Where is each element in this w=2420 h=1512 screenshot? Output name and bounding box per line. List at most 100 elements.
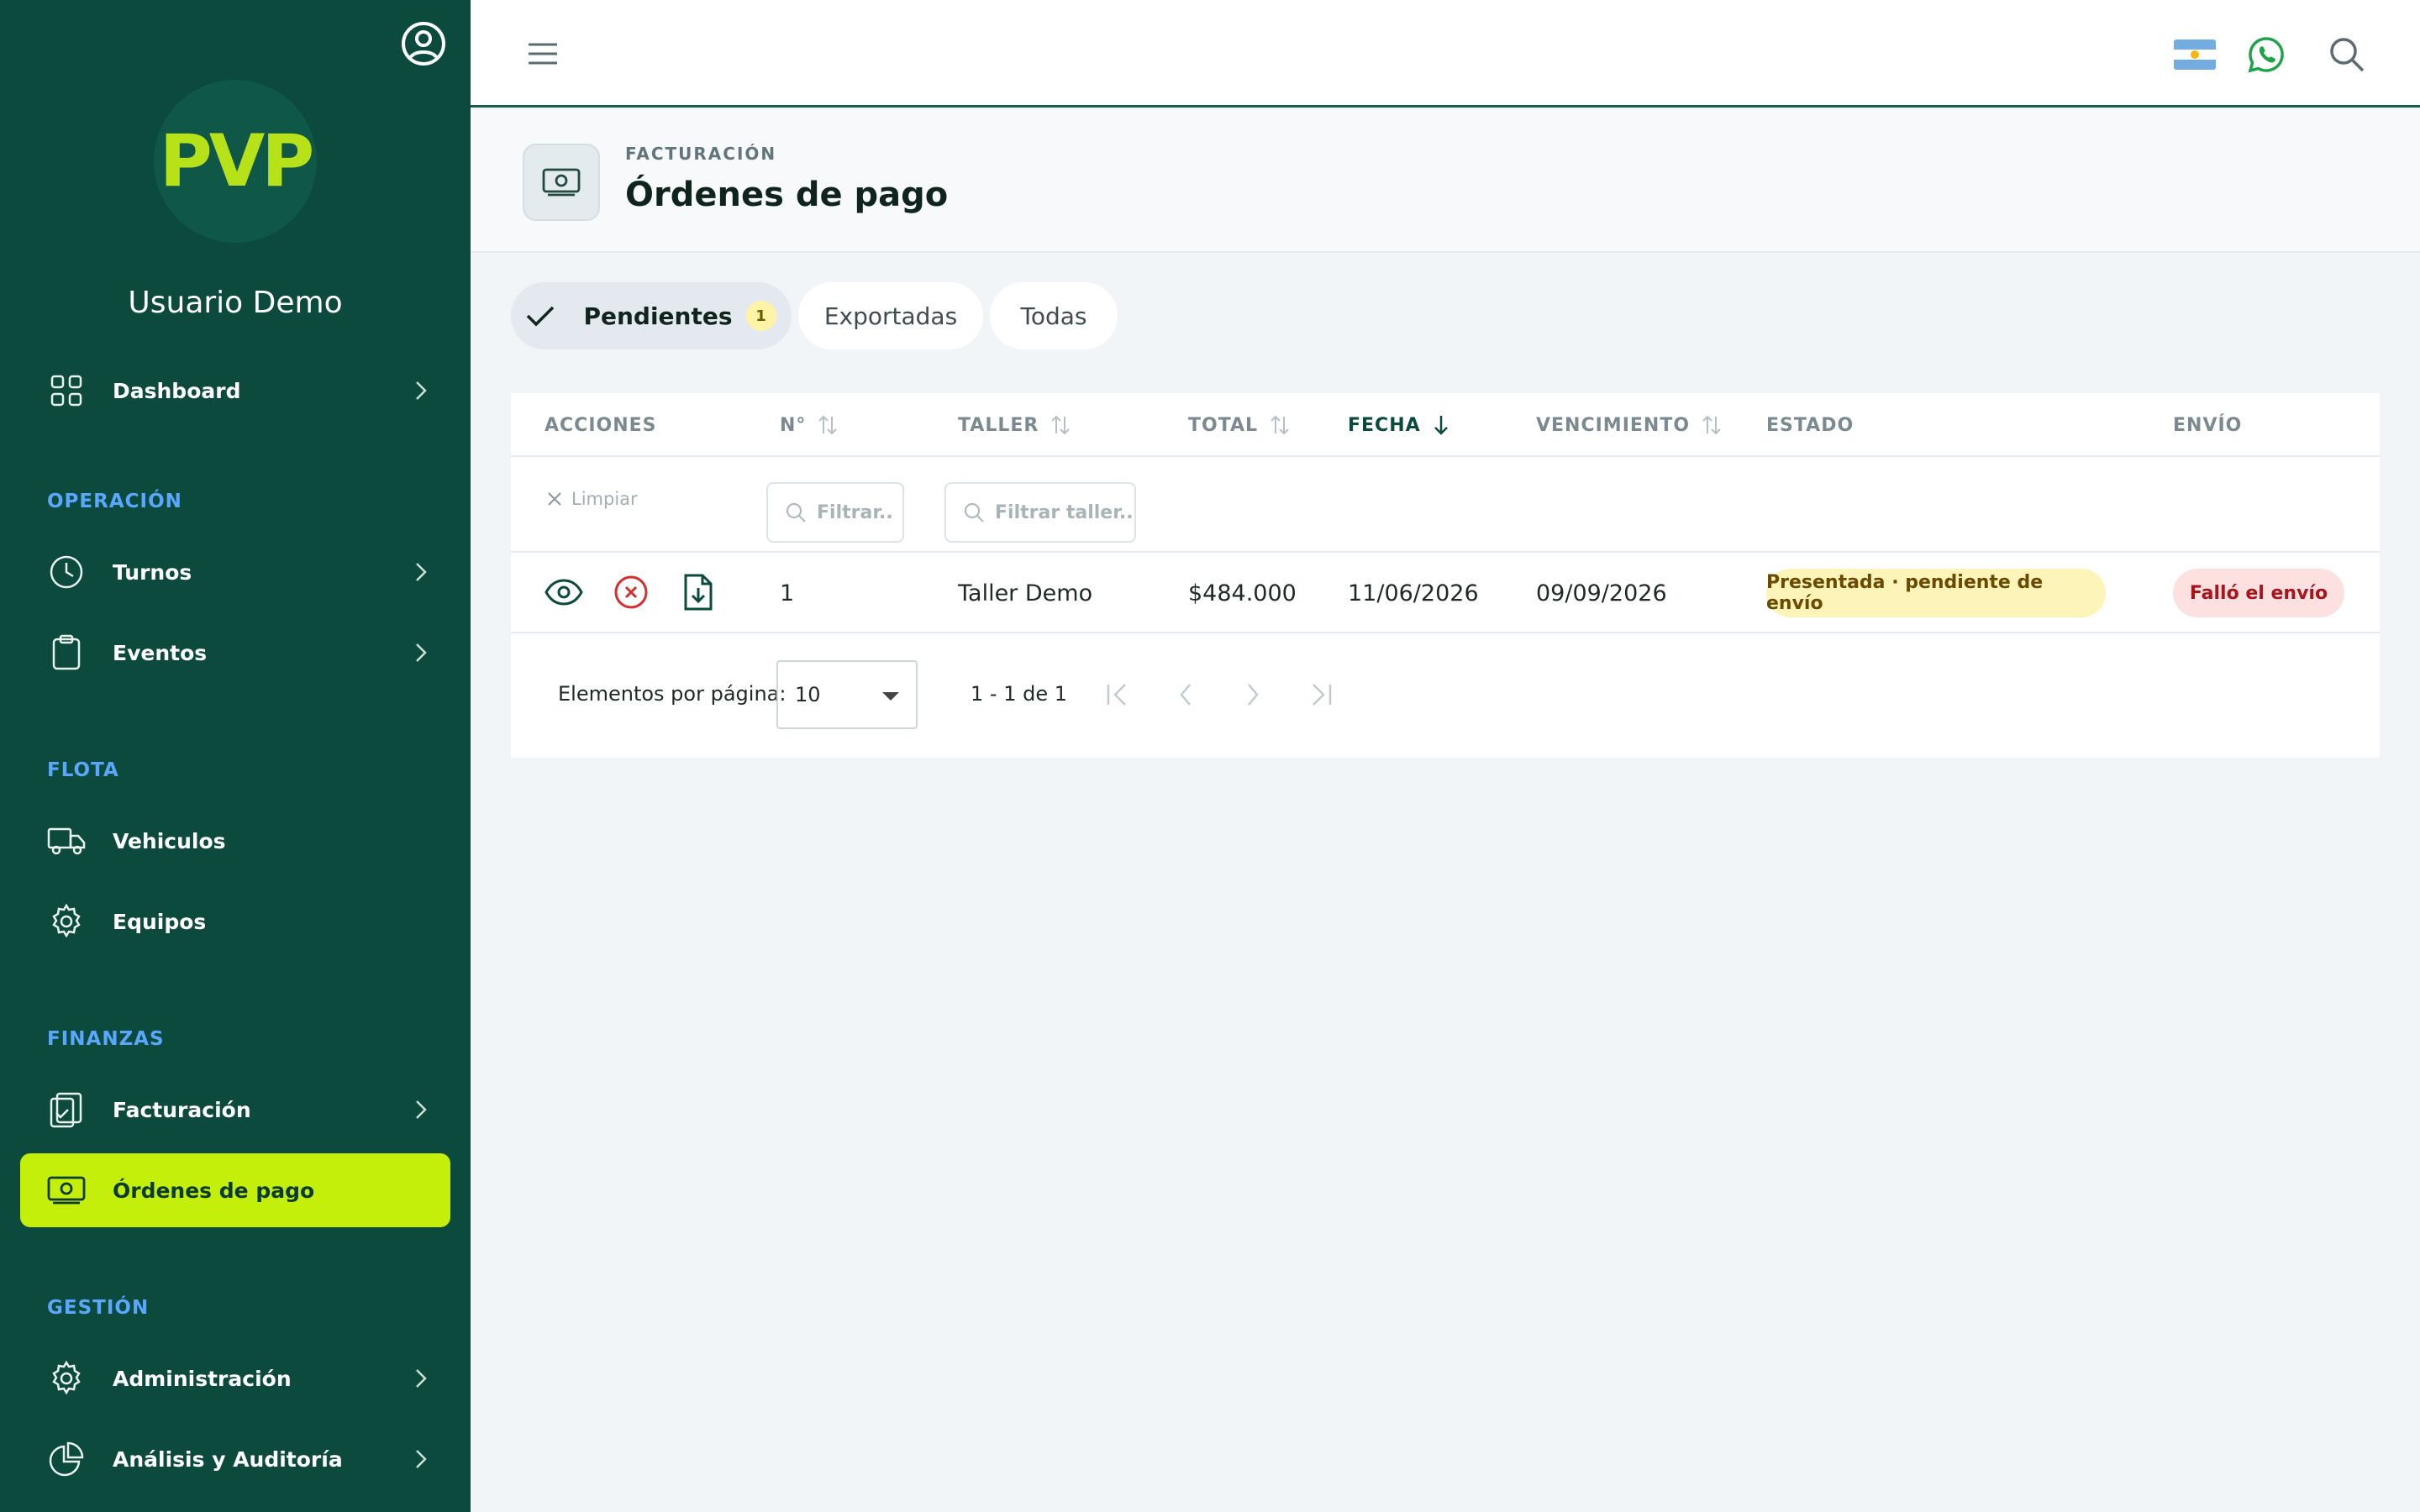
- sidebar-item-turnos[interactable]: Turnos: [20, 535, 450, 609]
- column-header-total[interactable]: TOTAL: [1188, 393, 1290, 457]
- view-icon[interactable]: [543, 571, 585, 613]
- table-row[interactable]: 1 Taller Demo $484.000 11/06/2026 09/09/…: [511, 553, 2380, 633]
- tab-label: Pendientes: [583, 302, 733, 330]
- download-file-icon[interactable]: [677, 571, 719, 613]
- clipboard-check-icon: [20, 1090, 113, 1129]
- sidebar-item-label: Eventos: [113, 640, 208, 665]
- taller-filter-placeholder: Filtrar taller..: [995, 501, 1134, 523]
- count-badge: 1: [745, 301, 776, 331]
- column-header-taller[interactable]: TALLER: [958, 393, 1071, 457]
- table-header: ACCIONES N° TALLER TOTAL FECHA VENCIMIEN…: [511, 393, 2380, 457]
- truck-icon: [20, 826, 113, 856]
- hamburger-menu-icon[interactable]: [526, 37, 560, 71]
- sidebar-item-vehiculos[interactable]: Vehiculos: [20, 804, 450, 878]
- filter-row: Limpiar Filtrar.. Filtrar taller..: [511, 457, 2380, 553]
- tab-todas[interactable]: Todas: [990, 282, 1118, 349]
- user-name: Usuario Demo: [128, 286, 343, 320]
- sidebar-item-analisis-auditoria[interactable]: Análisis y Auditoría: [20, 1422, 450, 1496]
- logo: PVP: [154, 80, 317, 243]
- whatsapp-icon[interactable]: [2247, 35, 2286, 74]
- money-icon: [20, 1175, 113, 1205]
- section-label-finanzas: FINANZAS: [47, 1028, 165, 1050]
- caret-down-icon: [882, 692, 899, 701]
- paginator: Elementos por página: 10 1 - 1 de 1: [511, 633, 2380, 758]
- chevron-right-icon: [392, 561, 450, 583]
- clear-filters-label: Limpiar: [571, 489, 638, 509]
- taller-filter-input[interactable]: Filtrar taller..: [944, 482, 1136, 543]
- number-filter-input[interactable]: Filtrar..: [766, 482, 904, 543]
- section-label-flota: FLOTA: [47, 759, 119, 781]
- column-header-envio: ENVÍO: [2173, 414, 2243, 436]
- chevron-right-icon: [392, 380, 450, 402]
- sidebar-item-label: Dashboard: [113, 378, 241, 403]
- sidebar-item-administracion[interactable]: Administración: [20, 1341, 450, 1415]
- sort-icon: [1270, 414, 1290, 436]
- topbar: [471, 0, 2420, 108]
- sidebar-item-label: Facturación: [113, 1097, 251, 1122]
- sidebar: PVP Usuario Demo Dashboard OPERACIÓN Tur…: [0, 0, 471, 1512]
- user-account-icon[interactable]: [400, 20, 447, 67]
- previous-page-icon[interactable]: [1166, 675, 1205, 714]
- cell-fecha: 11/06/2026: [1348, 580, 1479, 606]
- sort-icon: [1050, 414, 1071, 436]
- search-icon: [785, 501, 807, 523]
- column-header-label: TALLER: [958, 414, 1039, 436]
- sidebar-item-label: Órdenes de pago: [113, 1178, 315, 1203]
- page-title: Órdenes de pago: [625, 176, 949, 214]
- check-icon: [526, 305, 555, 327]
- sidebar-item-label: Equipos: [113, 909, 207, 934]
- breadcrumb: FACTURACIÓN: [625, 144, 777, 164]
- status-badge: Presentada · pendiente de envío: [1766, 569, 2106, 617]
- sort-icon: [818, 414, 838, 436]
- tab-exportadas[interactable]: Exportadas: [798, 282, 983, 349]
- close-icon: [546, 491, 563, 507]
- column-header-vencimiento[interactable]: VENCIMIENTO: [1536, 393, 1722, 457]
- column-header-fecha[interactable]: FECHA: [1348, 393, 1449, 457]
- gear-icon: [20, 1360, 113, 1397]
- page-size-value: 10: [795, 683, 821, 706]
- sidebar-item-facturacion[interactable]: Facturación: [20, 1073, 450, 1147]
- chevron-right-icon: [392, 1099, 450, 1121]
- search-icon: [963, 501, 985, 523]
- chevron-right-icon: [392, 1368, 450, 1389]
- payment-orders-table: ACCIONES N° TALLER TOTAL FECHA VENCIMIEN…: [511, 393, 2380, 758]
- logo-text: PVP: [159, 119, 315, 203]
- search-icon[interactable]: [2328, 35, 2366, 74]
- next-page-icon[interactable]: [1234, 675, 1272, 714]
- pie-chart-icon: [20, 1441, 113, 1478]
- gear-icon: [20, 903, 113, 940]
- section-label-operacion: OPERACIÓN: [47, 491, 182, 512]
- chevron-right-icon: [392, 642, 450, 664]
- argentina-flag-icon[interactable]: [2174, 39, 2216, 70]
- tab-label: Exportadas: [823, 302, 958, 330]
- cell-numero: 1: [780, 580, 795, 606]
- column-header-label: VENCIMIENTO: [1536, 414, 1691, 436]
- last-page-icon[interactable]: [1301, 675, 1339, 714]
- column-header-estado: ESTADO: [1766, 414, 1854, 436]
- section-label-gestion: GESTIÓN: [47, 1297, 150, 1319]
- tab-label: Todas: [1020, 302, 1087, 330]
- chevron-right-icon: [392, 1448, 450, 1470]
- column-header-numero[interactable]: N°: [780, 393, 838, 457]
- sidebar-item-label: Análisis y Auditoría: [113, 1446, 343, 1472]
- sidebar-item-dashboard[interactable]: Dashboard: [20, 354, 450, 428]
- sidebar-item-eventos[interactable]: Eventos: [20, 616, 450, 690]
- money-icon: [523, 144, 600, 221]
- page-size-label: Elementos por página:: [558, 682, 786, 706]
- sidebar-item-ordenes-de-pago[interactable]: Órdenes de pago: [20, 1153, 450, 1227]
- column-header-label: FECHA: [1348, 414, 1421, 436]
- column-header-acciones: ACCIONES: [544, 414, 657, 436]
- page-header: FACTURACIÓN Órdenes de pago: [471, 110, 2420, 253]
- sidebar-item-equipos[interactable]: Equipos: [20, 885, 450, 958]
- cancel-icon[interactable]: [610, 571, 652, 613]
- page-size-select[interactable]: 10: [776, 660, 918, 729]
- first-page-icon[interactable]: [1099, 675, 1138, 714]
- clear-filters-button[interactable]: Limpiar: [546, 489, 638, 509]
- arrow-down-icon: [1433, 414, 1449, 436]
- sort-icon: [1702, 414, 1722, 436]
- sidebar-item-label: Administración: [113, 1366, 292, 1391]
- column-header-label: N°: [780, 414, 807, 436]
- tab-pendientes[interactable]: Pendientes 1: [511, 282, 792, 349]
- column-header-label: TOTAL: [1188, 414, 1259, 436]
- clipboard-icon: [20, 634, 113, 671]
